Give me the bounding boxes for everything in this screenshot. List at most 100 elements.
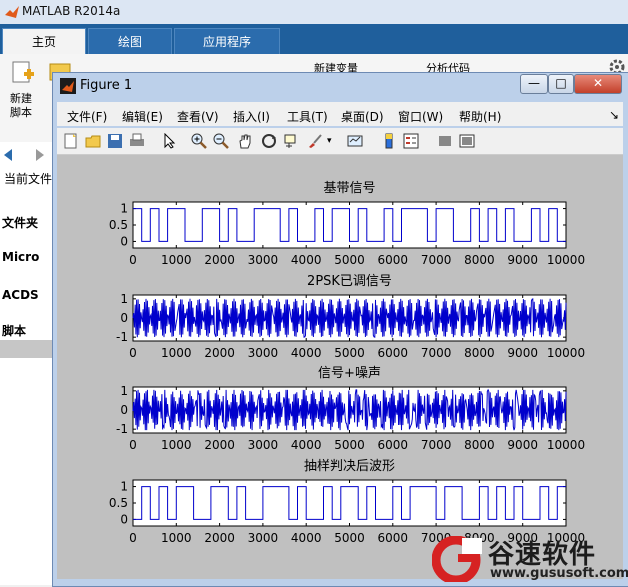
pan-icon[interactable]: [237, 133, 253, 149]
subplot-title: 2PSK已调信号: [307, 274, 392, 289]
brush-icon[interactable]: [307, 133, 323, 149]
data-cursor-icon[interactable]: [283, 133, 299, 149]
open-icon[interactable]: [85, 133, 101, 149]
y-tick-label: 0: [120, 512, 128, 526]
link-icon[interactable]: [347, 133, 363, 149]
tab-plots[interactable]: 绘图: [88, 28, 172, 55]
x-tick-label: 4000: [291, 346, 322, 360]
x-tick-label: 3000: [248, 531, 279, 545]
folder-header[interactable]: 文件夹: [2, 214, 38, 231]
subplot-title: 抽样判决后波形: [304, 459, 395, 474]
menu-help[interactable]: 帮助(H): [459, 108, 501, 125]
section-acds[interactable]: ACDS: [2, 288, 39, 302]
brush-dropdown-icon[interactable]: ▾: [327, 133, 343, 149]
y-tick-label: 0: [120, 234, 128, 248]
x-tick-label: 2000: [204, 438, 235, 452]
x-tick-label: 0: [129, 438, 137, 452]
menu-tools[interactable]: 工具(T): [287, 108, 328, 125]
pointer-icon[interactable]: [161, 133, 177, 149]
x-tick-label: 1000: [161, 253, 192, 267]
matlab-window-title: MATLAB R2014a: [22, 4, 121, 18]
x-tick-label: 1000: [161, 346, 192, 360]
x-tick-label: 9000: [507, 346, 538, 360]
x-tick-label: 3000: [248, 438, 279, 452]
figure-toolbar: ▾: [57, 128, 623, 155]
x-tick-label: 5000: [334, 531, 365, 545]
x-tick-label: 4000: [291, 531, 322, 545]
y-tick-label: -1: [116, 422, 128, 436]
x-tick-label: 10000: [547, 438, 585, 452]
selected-file-row[interactable]: [0, 340, 52, 358]
x-tick-label: 0: [129, 253, 137, 267]
x-tick-label: 0: [129, 531, 137, 545]
x-tick-label: 7000: [421, 253, 452, 267]
colorbar-icon[interactable]: [381, 133, 397, 149]
menu-insert[interactable]: 插入(I): [233, 108, 270, 125]
y-tick-label: 0.5: [109, 218, 128, 232]
watermark-url: www.gususoft.com: [490, 566, 628, 581]
x-tick-label: 3000: [248, 346, 279, 360]
menu-view[interactable]: 查看(V): [177, 108, 219, 125]
x-tick-label: 6000: [378, 531, 409, 545]
new-script-label-line2: 脚本: [10, 106, 32, 119]
section-micro[interactable]: Micro: [2, 250, 39, 264]
zoom-in-icon[interactable]: [191, 133, 207, 149]
x-tick-label: 2000: [204, 346, 235, 360]
legend-icon[interactable]: [403, 133, 419, 149]
menu-window[interactable]: 窗口(W): [398, 108, 443, 125]
zoom-out-icon[interactable]: [213, 133, 229, 149]
y-tick-label: 0.5: [109, 496, 128, 510]
y-tick-label: 1: [120, 202, 128, 216]
menu-edit[interactable]: 编辑(E): [122, 108, 163, 125]
y-tick-label: 1: [120, 384, 128, 398]
figure-menubar: 文件(F) 编辑(E) 查看(V) 插入(I) 工具(T) 桌面(D) 窗口(W…: [57, 102, 623, 126]
new-script-label-line1: 新建: [10, 92, 32, 105]
new-script-icon[interactable]: [10, 60, 36, 86]
x-tick-label: 2000: [204, 253, 235, 267]
y-tick-label: 0: [120, 403, 128, 417]
figure-logo-icon: [60, 78, 76, 94]
x-tick-label: 10000: [547, 253, 585, 267]
tab-apps[interactable]: 应用程序: [174, 28, 280, 55]
subplot-title: 信号+噪声: [318, 366, 381, 381]
x-tick-label: 5000: [334, 438, 365, 452]
menubar-arrow-icon[interactable]: ↘: [609, 108, 619, 122]
minimize-button[interactable]: —: [520, 74, 548, 94]
maximize-button[interactable]: □: [548, 74, 574, 94]
x-tick-label: 3000: [248, 253, 279, 267]
x-tick-label: 10000: [547, 346, 585, 360]
forward-arrow-icon[interactable]: [26, 148, 46, 162]
dock-icon[interactable]: [459, 133, 475, 149]
rotate-icon[interactable]: [261, 133, 277, 149]
x-tick-label: 9000: [507, 253, 538, 267]
x-tick-label: 9000: [507, 438, 538, 452]
save-icon[interactable]: [107, 133, 123, 149]
new-figure-icon[interactable]: [63, 133, 79, 149]
hide-tools-icon[interactable]: [437, 133, 453, 149]
menu-file[interactable]: 文件(F): [67, 108, 107, 125]
x-tick-label: 1000: [161, 531, 192, 545]
x-tick-label: 0: [129, 346, 137, 360]
x-tick-label: 4000: [291, 438, 322, 452]
x-tick-label: 2000: [204, 531, 235, 545]
y-tick-label: 0: [120, 311, 128, 325]
x-tick-label: 7000: [421, 346, 452, 360]
y-tick-label: 1: [120, 480, 128, 494]
x-tick-label: 8000: [464, 346, 495, 360]
x-tick-label: 1000: [161, 438, 192, 452]
close-button[interactable]: ✕: [574, 74, 622, 94]
tab-home[interactable]: 主页: [2, 28, 86, 55]
matlab-logo-icon: [5, 6, 19, 18]
section-scripts[interactable]: 脚本: [2, 322, 26, 339]
x-tick-label: 8000: [464, 253, 495, 267]
subplot-title: 基带信号: [323, 181, 375, 196]
x-tick-label: 5000: [334, 346, 365, 360]
y-tick-label: -1: [116, 330, 128, 344]
back-arrow-icon[interactable]: [2, 148, 22, 162]
menu-desktop[interactable]: 桌面(D): [341, 108, 384, 125]
print-icon[interactable]: [129, 133, 145, 149]
new-script-button[interactable]: 新建 脚本: [10, 92, 32, 120]
x-tick-label: 4000: [291, 253, 322, 267]
folder-header-label: 文件夹: [2, 216, 39, 230]
x-tick-label: 8000: [464, 438, 495, 452]
